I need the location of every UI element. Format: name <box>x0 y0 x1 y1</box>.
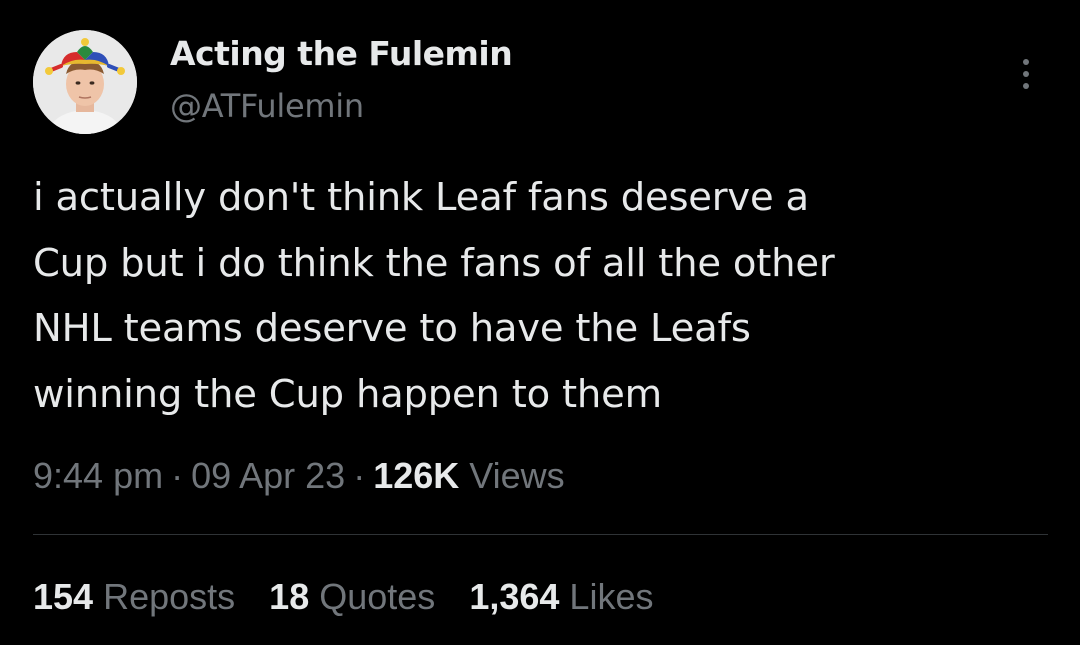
quotes-count: 18 <box>269 576 310 617</box>
meta-separator: · <box>353 455 366 496</box>
tweet-meta: 9:44 pm · 09 Apr 23 · 126K Views <box>33 455 565 497</box>
author-avatar[interactable] <box>33 30 137 134</box>
reposts-label: Reposts <box>103 576 236 617</box>
author-handle[interactable]: @ATFulemin <box>170 87 364 125</box>
quotes-label: Quotes <box>319 576 436 617</box>
meta-separator: · <box>171 455 184 496</box>
views-label: Views <box>469 455 565 496</box>
author-display-name[interactable]: Acting the Fulemin <box>170 34 513 73</box>
jester-hat-avatar-icon <box>33 30 137 134</box>
tweet-text-line: NHL teams deserve to have the Leafs <box>33 306 751 351</box>
more-dot-icon <box>1023 71 1029 77</box>
quotes-stat[interactable]: 18 Quotes <box>269 576 435 618</box>
divider <box>33 534 1048 535</box>
reposts-stat[interactable]: 154 Reposts <box>33 576 235 618</box>
tweet-text-line: Cup but i do think the fans of all the o… <box>33 240 835 286</box>
likes-stat[interactable]: 1,364 Likes <box>469 576 653 618</box>
tweet-text: i actually don't think Leaf fans deserve… <box>33 165 1033 427</box>
tweet-time[interactable]: 9:44 pm <box>33 455 163 496</box>
reposts-count: 154 <box>33 576 94 617</box>
more-options-button[interactable] <box>1008 52 1044 96</box>
more-dot-icon <box>1023 83 1029 89</box>
tweet-date[interactable]: 09 Apr 23 <box>191 455 345 496</box>
likes-label: Likes <box>569 576 654 617</box>
engagement-stats: 154 Reposts 18 Quotes 1,364 Likes <box>33 576 653 618</box>
views-count: 126K <box>373 455 460 496</box>
tweet-text-line: winning the Cup happen to them <box>33 371 662 417</box>
likes-count: 1,364 <box>469 576 560 617</box>
tweet-card: Acting the Fulemin @ATFulemin i actually… <box>0 0 1080 645</box>
more-dot-icon <box>1023 59 1029 65</box>
tweet-text-line: i actually don't think Leaf fans deserve… <box>33 175 809 220</box>
